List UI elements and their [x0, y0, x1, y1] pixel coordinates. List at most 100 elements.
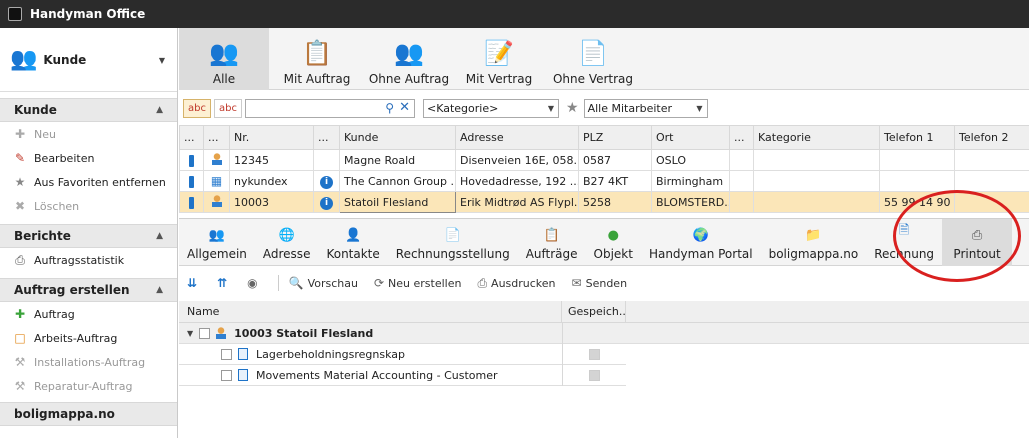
table-row[interactable]: 12345 Magne Roald Disenveien 16E, 058...…	[179, 149, 1029, 171]
tree-root-row[interactable]: ▼ 10003 Statoil Flesland	[179, 322, 1029, 344]
collapse-icon[interactable]: ▲	[156, 105, 163, 115]
module-selector[interactable]: 👥 Kunde ▼	[0, 28, 177, 92]
tab-rechnungsstellung[interactable]: 📄 Rechnungsstellung	[388, 219, 518, 266]
clipboard-icon: 📋	[543, 228, 560, 243]
print-button[interactable]: ⎙ Ausdrucken	[477, 276, 555, 291]
abc-toggle-1[interactable]: abc	[183, 98, 211, 118]
col-header-ort[interactable]: Ort	[651, 125, 730, 150]
item-label: Auftragsstatistik	[34, 253, 125, 267]
tab-label: Objekt	[593, 247, 633, 261]
section-kunde[interactable]: Kunde ▲	[0, 98, 177, 122]
expand-all-button[interactable]: ⇊	[187, 276, 201, 290]
tree-item-row[interactable]: Lagerbeholdningsregnskap	[179, 343, 626, 365]
tab-kontakte[interactable]: 👤 Kontakte	[318, 219, 387, 266]
action-label: Senden	[585, 276, 628, 290]
refresh-icon: ⟳	[373, 276, 385, 290]
tab-handyman-portal[interactable]: 🌍 Handyman Portal	[641, 219, 761, 266]
tab-adresse[interactable]: 🌐 Adresse	[255, 219, 319, 266]
tab-ohne-auftrag[interactable]: 👥 Ohne Auftrag	[365, 28, 453, 90]
collapse-icon[interactable]: ▲	[156, 231, 163, 241]
col-header-saved[interactable]: Gespeich...	[562, 301, 626, 322]
col-header-name[interactable]: Name	[179, 301, 562, 322]
delete-icon: ✖	[14, 199, 26, 213]
tree-item-name-cell: Lagerbeholdningsregnskap	[179, 344, 562, 365]
col-header[interactable]: ...	[313, 125, 340, 150]
info-icon[interactable]: i	[320, 196, 333, 210]
category-select[interactable]: <Kategorie> ▼	[423, 98, 559, 118]
plus-icon: ✚	[14, 307, 26, 321]
abc-toggle-2[interactable]: abc	[214, 98, 242, 118]
preview-icon: 🔍	[288, 276, 304, 290]
globe-icon: 🌐	[278, 228, 295, 243]
root-checkbox[interactable]	[199, 327, 211, 339]
item-checkbox[interactable]	[221, 348, 232, 360]
plus-icon: ✚	[14, 127, 26, 141]
col-header-plz[interactable]: PLZ	[578, 125, 652, 150]
col-header-telefon1[interactable]: Telefon 1	[879, 125, 955, 150]
collapse-icon[interactable]: ▲	[156, 285, 163, 295]
cell-nr: 12345	[229, 149, 314, 171]
col-header[interactable]: ...	[729, 125, 754, 150]
sidebar-item-arbeits-auftrag[interactable]: □ Arbeits-Auftrag	[0, 326, 177, 350]
search-box[interactable]: ⚲ ✕	[245, 98, 415, 118]
sidebar-item-installations-auftrag[interactable]: ⚒ Installations-Auftrag	[0, 350, 177, 374]
collapse-all-button[interactable]: ⇈	[217, 276, 231, 290]
sidebar-item-favoriten[interactable]: ★ Aus Favoriten entfernen	[0, 170, 177, 194]
chevron-down-icon[interactable]: ▼	[696, 100, 702, 117]
tab-auftraege[interactable]: 📋 Aufträge	[518, 219, 586, 266]
item-label: Arbeits-Auftrag	[34, 331, 118, 345]
favorite-star-icon[interactable]: ★	[566, 100, 579, 116]
item-label: Reparatur-Auftrag	[34, 379, 133, 393]
sidebar-item-auftragsstatistik[interactable]: ⎙ Auftragsstatistik	[0, 248, 177, 272]
tab-mit-auftrag[interactable]: 📋 Mit Auftrag	[269, 28, 365, 90]
item-label: Installations-Auftrag	[34, 355, 146, 369]
send-button[interactable]: ✉ Senden	[572, 276, 628, 290]
item-checkbox[interactable]	[221, 369, 232, 381]
info-cell[interactable]: i	[313, 191, 340, 213]
table-row[interactable]: ▦ nykundex i The Cannon Group ... Hoveda…	[179, 170, 1029, 192]
tab-mit-vertrag[interactable]: 📝 Mit Vertrag	[453, 28, 545, 90]
sidebar-item-loeschen[interactable]: ✖ Löschen	[0, 194, 177, 218]
tab-boligmappa[interactable]: 📁 boligmappa.no	[761, 219, 867, 266]
search-icon[interactable]: ⚲	[385, 101, 394, 115]
tab-ohne-vertrag[interactable]: 📄 Ohne Vertrag	[545, 28, 641, 90]
type-cell	[203, 191, 230, 213]
info-icon[interactable]: i	[320, 175, 333, 189]
item-label: Auftrag	[34, 307, 75, 321]
col-header-adresse[interactable]: Adresse	[455, 125, 579, 150]
tab-allgemein[interactable]: 👥 Allgemein	[179, 219, 255, 266]
chevron-down-icon[interactable]: ▼	[159, 56, 165, 65]
tab-label: Alle	[212, 72, 236, 86]
employee-select[interactable]: Alle Mitarbeiter ▼	[583, 98, 708, 118]
col-header-kunde[interactable]: Kunde	[339, 125, 456, 150]
table-row-selected[interactable]: 10003 i Statoil Flesland Erik Midtrød AS…	[179, 191, 1029, 213]
clear-icon[interactable]: ✕	[399, 100, 410, 115]
find-button[interactable]: ◉	[247, 276, 261, 290]
cell-telefon1	[879, 170, 955, 192]
sidebar-item-auftrag[interactable]: ✚ Auftrag	[0, 302, 177, 326]
col-header[interactable]: ...	[179, 125, 204, 150]
preview-button[interactable]: 🔍 Vorschau	[289, 276, 358, 290]
sidebar-item-reparatur-auftrag[interactable]: ⚒ Reparatur-Auftrag	[0, 374, 177, 398]
col-header-telefon2[interactable]: Telefon 2	[954, 125, 1029, 150]
col-header-kategorie[interactable]: Kategorie	[753, 125, 880, 150]
wrench-icon: ⚒	[14, 379, 26, 393]
sidebar-item-bearbeiten[interactable]: ✎ Bearbeiten	[0, 146, 177, 170]
tree-item-row[interactable]: Movements Material Accounting - Customer	[179, 364, 626, 386]
section-berichte[interactable]: Berichte ▲	[0, 224, 177, 248]
section-auftrag-erstellen[interactable]: Auftrag erstellen ▲	[0, 278, 177, 302]
tab-alle[interactable]: 👥 Alle	[179, 28, 269, 90]
col-header[interactable]: ...	[203, 125, 230, 150]
sidebar-item-neu[interactable]: ✚ Neu	[0, 122, 177, 146]
cell-kunde[interactable]: Statoil Flesland	[339, 191, 456, 213]
chevron-down-icon[interactable]: ▼	[548, 100, 554, 117]
section-boligmappa[interactable]: boligmappa.no	[0, 402, 177, 426]
tab-objekt[interactable]: ● Objekt	[586, 219, 641, 266]
regenerate-button[interactable]: ⟳ Neu erstellen	[374, 276, 461, 290]
col-header-nr[interactable]: Nr.	[229, 125, 314, 150]
expand-triangle-icon[interactable]: ▼	[187, 329, 193, 338]
item-label: Neu	[34, 127, 56, 141]
cell-ort: OSLO	[651, 149, 730, 171]
tab-label: Mit Auftrag	[283, 72, 351, 86]
info-cell[interactable]: i	[313, 170, 340, 192]
